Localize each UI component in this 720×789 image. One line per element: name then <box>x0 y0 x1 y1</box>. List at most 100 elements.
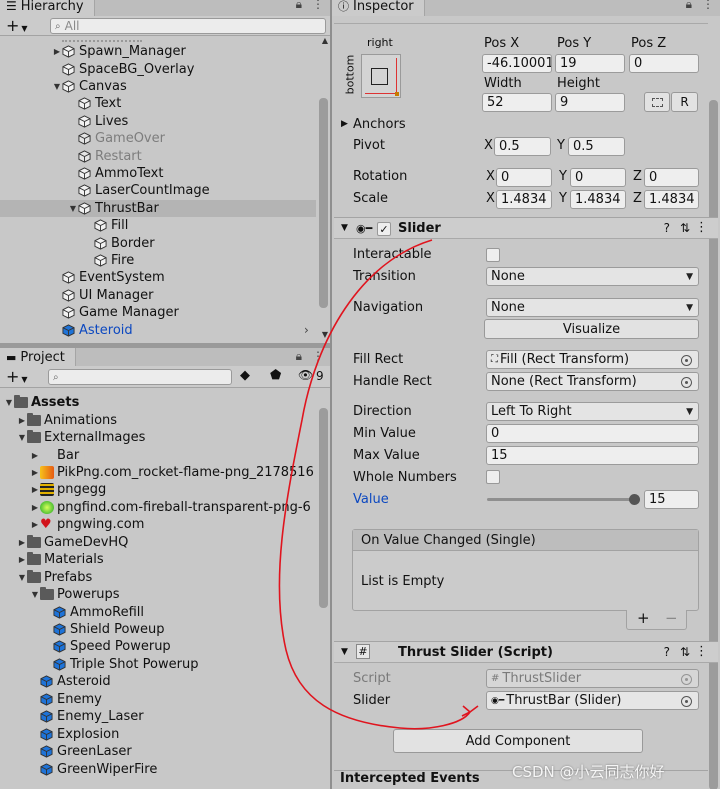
scale-z-field[interactable]: 1.4834 <box>644 190 699 209</box>
pivot-y-field[interactable]: 0.5 <box>568 137 625 156</box>
hierarchy-item[interactable]: ▼ ThrustBar <box>0 199 316 217</box>
project-item[interactable]: ▼ ExternalImages <box>0 429 316 446</box>
expand-arrow-icon[interactable]: ▶ <box>30 485 40 494</box>
hierarchy-item[interactable]: LaserCountImage <box>0 182 316 199</box>
tab-hierarchy[interactable]: ☰ Hierarchy <box>0 0 95 16</box>
expand-arrow-icon[interactable]: ▼ <box>17 573 27 582</box>
project-item[interactable]: Enemy_Laser <box>0 708 316 725</box>
remove-event-icon[interactable]: − <box>665 609 678 627</box>
tab-inspector[interactable]: ⓘ Inspector <box>332 0 425 16</box>
lock-icon[interactable]: 🔒︎ <box>686 0 692 12</box>
hierarchy-item[interactable]: Asteroid <box>0 321 316 338</box>
slider-reference-field[interactable]: ◉━ ThrustBar (Slider) <box>486 691 699 710</box>
project-item[interactable]: ▶ pngegg <box>0 481 316 498</box>
expand-arrow-icon[interactable]: ▼ <box>30 590 40 599</box>
hierarchy-item[interactable]: SpaceBG_Overlay <box>0 60 316 77</box>
expand-arrow-icon[interactable]: ▶ <box>17 416 27 425</box>
project-item[interactable]: ▶ GameDevHQ <box>0 534 316 551</box>
project-item[interactable]: AmmoRefill <box>0 603 316 620</box>
expand-arrow-icon[interactable]: ▶ <box>17 555 27 564</box>
hierarchy-item[interactable]: EventSystem <box>0 269 316 286</box>
project-item[interactable]: GreenWiperFire <box>0 760 316 777</box>
hierarchy-item[interactable]: AmmoText <box>0 165 316 182</box>
object-picker-icon[interactable] <box>681 696 692 707</box>
expand-arrow-icon[interactable]: ▶ <box>17 538 27 547</box>
posy-field[interactable]: 19 <box>555 54 625 73</box>
inspector-scrollbar[interactable] <box>709 100 718 789</box>
expand-arrow-icon[interactable]: ▶ <box>52 47 62 56</box>
max-value-field[interactable]: 15 <box>486 446 699 465</box>
posz-field[interactable]: 0 <box>629 54 699 73</box>
rotation-z-field[interactable]: 0 <box>644 168 699 187</box>
slider-enabled-checkbox[interactable]: ✓ <box>377 222 391 236</box>
hidden-packages-icon[interactable]: 👁︎ <box>298 368 313 382</box>
scale-y-field[interactable]: 1.4834 <box>570 190 626 209</box>
presets-icon[interactable]: ⇅ <box>680 221 690 235</box>
posx-field[interactable]: -46.10001 <box>482 54 552 73</box>
slider-component-header[interactable]: ▼ ◉━ ✓ Slider ? ⇅ ⋮ <box>334 217 718 239</box>
whole-numbers-checkbox[interactable] <box>486 470 500 484</box>
fold-arrow-icon[interactable]: ▼ <box>341 223 348 233</box>
expand-arrow-icon[interactable]: ▼ <box>68 204 78 213</box>
anchors-label[interactable]: Anchors <box>353 117 406 132</box>
project-item[interactable]: ▶ ♥ pngwing.com <box>0 516 316 533</box>
object-picker-icon[interactable] <box>681 355 692 366</box>
expand-arrow-icon[interactable]: ▼ <box>52 82 62 91</box>
project-item[interactable]: ▼ Assets <box>0 394 316 411</box>
project-item[interactable]: GreenLaser <box>0 743 316 760</box>
blueprint-mode-button[interactable] <box>644 92 670 112</box>
expand-arrow-icon[interactable]: ▼ <box>4 398 14 407</box>
transition-dropdown[interactable]: None ▼ <box>486 267 699 286</box>
value-field[interactable]: 15 <box>644 490 699 509</box>
expand-arrow-icon[interactable]: ▶ <box>30 468 40 477</box>
width-field[interactable]: 52 <box>482 93 552 112</box>
direction-dropdown[interactable]: Left To Right ▼ <box>486 402 699 421</box>
project-item[interactable]: ▼ Powerups <box>0 586 316 603</box>
expand-arrow-icon[interactable]: ▶ <box>30 503 40 512</box>
scale-x-field[interactable]: 1.4834 <box>496 190 552 209</box>
hierarchy-item[interactable]: Fill <box>0 217 316 234</box>
create-button[interactable]: + ▼ <box>6 367 28 386</box>
add-component-button[interactable]: Add Component <box>393 729 643 753</box>
more-icon[interactable]: ⋮ <box>312 0 324 12</box>
hierarchy-scrollbar[interactable] <box>319 98 328 308</box>
project-item[interactable]: Shield Poweup <box>0 621 316 638</box>
hierarchy-item[interactable]: ▼ Canvas <box>0 78 316 95</box>
hierarchy-item[interactable]: Border <box>0 234 316 251</box>
anchors-arrow-icon[interactable]: ▶ <box>341 119 348 129</box>
hierarchy-item[interactable]: Game Manager <box>0 304 316 321</box>
hierarchy-item[interactable]: Fire <box>0 252 316 269</box>
rotation-y-field[interactable]: 0 <box>570 168 626 187</box>
pivot-x-field[interactable]: 0.5 <box>494 137 551 156</box>
anchor-presets-widget[interactable] <box>361 54 401 98</box>
help-icon[interactable]: ? <box>664 221 670 235</box>
help-icon[interactable]: ? <box>664 645 670 659</box>
project-search-input[interactable]: ⌕ <box>48 369 232 385</box>
lock-icon[interactable]: 🔒︎ <box>296 349 302 364</box>
project-item[interactable]: Enemy <box>0 691 316 708</box>
filter-by-type-icon[interactable]: ◆ <box>240 368 250 383</box>
hierarchy-item[interactable]: Lives <box>0 113 316 130</box>
min-value-field[interactable]: 0 <box>486 424 699 443</box>
horizontal-splitter[interactable] <box>0 343 330 348</box>
hierarchy-item[interactable]: Restart <box>0 147 316 164</box>
raw-edit-button[interactable]: R <box>671 92 698 112</box>
visualize-button[interactable]: Visualize <box>484 319 699 339</box>
project-item[interactable]: ▶ PikPng.com_rocket-flame-png_2178516 <box>0 464 316 481</box>
handle-rect-field[interactable]: None (Rect Transform) <box>486 372 699 391</box>
scroll-down-icon[interactable]: ▼ <box>322 330 328 339</box>
more-icon[interactable]: ⋮ <box>312 349 324 364</box>
expand-arrow-icon[interactable]: ▶ <box>30 451 40 460</box>
project-item[interactable]: ▶ pngfind.com-fireball-transparent-png-6 <box>0 499 316 516</box>
expand-arrow-icon[interactable]: › <box>304 323 309 337</box>
tab-project[interactable]: ▬ Project <box>0 348 76 366</box>
project-item[interactable]: ▶ Animations <box>0 411 316 428</box>
project-item[interactable]: ▶ Bar <box>0 446 316 463</box>
project-item[interactable]: ▼ Prefabs <box>0 569 316 586</box>
lock-icon[interactable]: 🔒︎ <box>296 0 302 12</box>
project-item[interactable]: Explosion <box>0 726 316 743</box>
hierarchy-search-input[interactable]: ⌕ All <box>50 18 326 34</box>
hierarchy-item[interactable]: ▶ Spawn_Manager <box>0 43 316 60</box>
value-slider-track[interactable] <box>487 494 640 505</box>
expand-arrow-icon[interactable]: ▼ <box>17 433 27 442</box>
